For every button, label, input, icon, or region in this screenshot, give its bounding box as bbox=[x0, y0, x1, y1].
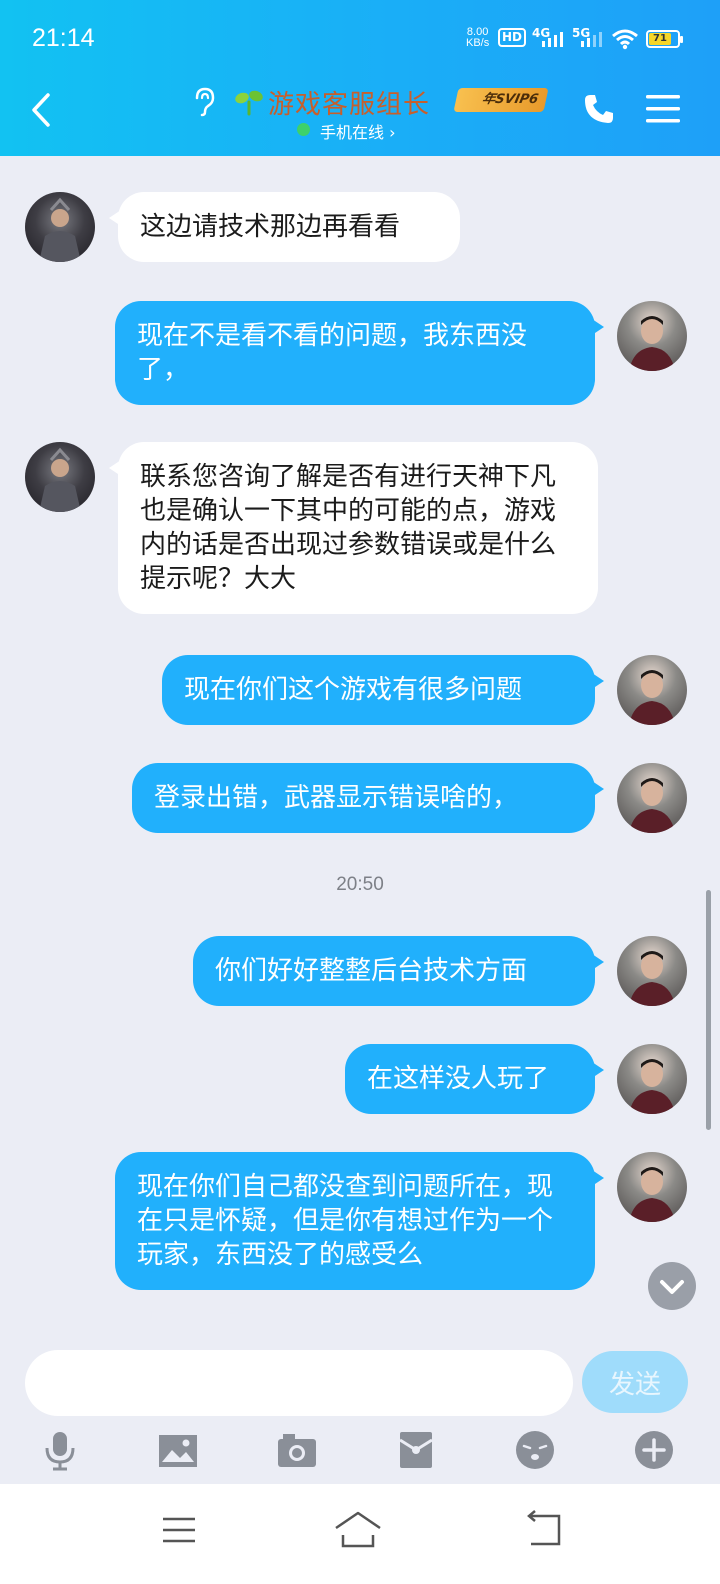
wifi-icon bbox=[612, 29, 638, 50]
menu-icon[interactable] bbox=[646, 94, 680, 124]
avatar[interactable] bbox=[617, 763, 687, 833]
message-bubble[interactable]: 登录出错，武器显示错误啥的， bbox=[132, 763, 604, 833]
back-arrow-icon[interactable] bbox=[26, 92, 56, 128]
message-bubble[interactable]: 现在不是看不看的问题，我东西没了， bbox=[115, 301, 604, 405]
message-bubble[interactable]: 这边请技术那边再看看 bbox=[109, 192, 460, 262]
avatar-image bbox=[629, 670, 675, 725]
avatar-image bbox=[39, 447, 81, 512]
message-bubble[interactable]: 现在你们自己都没查到问题所在，现在只是怀疑，但是你有想过作为一个玩家，东西没了的… bbox=[115, 1152, 604, 1290]
chat-header: 21:14 8.00 KB/s HD 4G 5G 71 游戏客服组长 年SVIP… bbox=[0, 0, 720, 156]
message-bubble[interactable]: 你们好好整整后台技术方面 bbox=[193, 936, 604, 1006]
battery-icon: 71 bbox=[646, 30, 683, 48]
chevron-down-icon bbox=[660, 1280, 684, 1294]
avatar[interactable] bbox=[617, 301, 687, 371]
status-bar: 21:14 8.00 KB/s HD 4G 5G 71 bbox=[0, 0, 720, 76]
signal-icon bbox=[581, 32, 602, 47]
send-button[interactable]: 发送 bbox=[582, 1351, 688, 1413]
network-speed: 8.00 KB/s bbox=[466, 26, 490, 49]
avatar-image bbox=[629, 778, 675, 833]
scroll-to-bottom-button[interactable] bbox=[648, 1262, 696, 1310]
red-packet-icon[interactable] bbox=[394, 1428, 438, 1472]
avatar[interactable] bbox=[617, 1044, 687, 1114]
avatar-image bbox=[39, 197, 81, 262]
avatar-image bbox=[629, 1059, 675, 1114]
system-nav-bar bbox=[0, 1484, 720, 1584]
avatar[interactable] bbox=[617, 655, 687, 725]
battery-level: 71 bbox=[649, 33, 671, 45]
microphone-icon[interactable] bbox=[38, 1428, 82, 1472]
camera-icon[interactable] bbox=[275, 1428, 319, 1472]
input-toolbar bbox=[0, 1426, 720, 1476]
message-list[interactable]: 这边请技术那边再看看 现在不是看不看的问题，我东西没了， 联系您咨询了解是否有进… bbox=[0, 156, 720, 1336]
avatar-image bbox=[629, 1167, 675, 1222]
svip-badge: 年SVIP6 bbox=[453, 88, 549, 112]
avatar-image bbox=[629, 316, 675, 371]
avatar[interactable] bbox=[617, 936, 687, 1006]
message-timestamp: 20:50 bbox=[336, 874, 384, 895]
phone-call-icon[interactable] bbox=[582, 92, 616, 126]
plus-icon[interactable] bbox=[632, 1428, 676, 1472]
avatar[interactable] bbox=[25, 442, 95, 512]
input-area: 发送 bbox=[0, 1336, 720, 1484]
scrollbar[interactable] bbox=[706, 890, 711, 1130]
contact-name[interactable]: 游戏客服组长 bbox=[268, 84, 430, 121]
signal-icon bbox=[542, 32, 563, 47]
hd-badge: HD bbox=[498, 28, 527, 47]
menu-icon[interactable] bbox=[157, 1508, 201, 1552]
status-time: 21:14 bbox=[32, 24, 95, 52]
back-icon[interactable] bbox=[521, 1508, 565, 1552]
avatar-image bbox=[629, 951, 675, 1006]
online-status-dot bbox=[297, 123, 310, 136]
online-status[interactable]: 手机在线 › bbox=[320, 119, 396, 143]
avatar[interactable] bbox=[617, 1152, 687, 1222]
sprout-icon bbox=[235, 90, 263, 116]
home-icon[interactable] bbox=[333, 1508, 383, 1552]
ear-mode-icon[interactable] bbox=[192, 86, 218, 118]
image-icon[interactable] bbox=[156, 1428, 200, 1472]
message-bubble[interactable]: 现在你们这个游戏有很多问题 bbox=[162, 655, 604, 725]
message-input[interactable] bbox=[25, 1350, 573, 1416]
emoji-icon[interactable] bbox=[513, 1428, 557, 1472]
message-bubble[interactable]: 联系您咨询了解是否有进行天神下凡也是确认一下其中的可能的点，游戏内的话是否出现过… bbox=[109, 442, 598, 614]
message-bubble[interactable]: 在这样没人玩了 bbox=[345, 1044, 604, 1114]
avatar[interactable] bbox=[25, 192, 95, 262]
